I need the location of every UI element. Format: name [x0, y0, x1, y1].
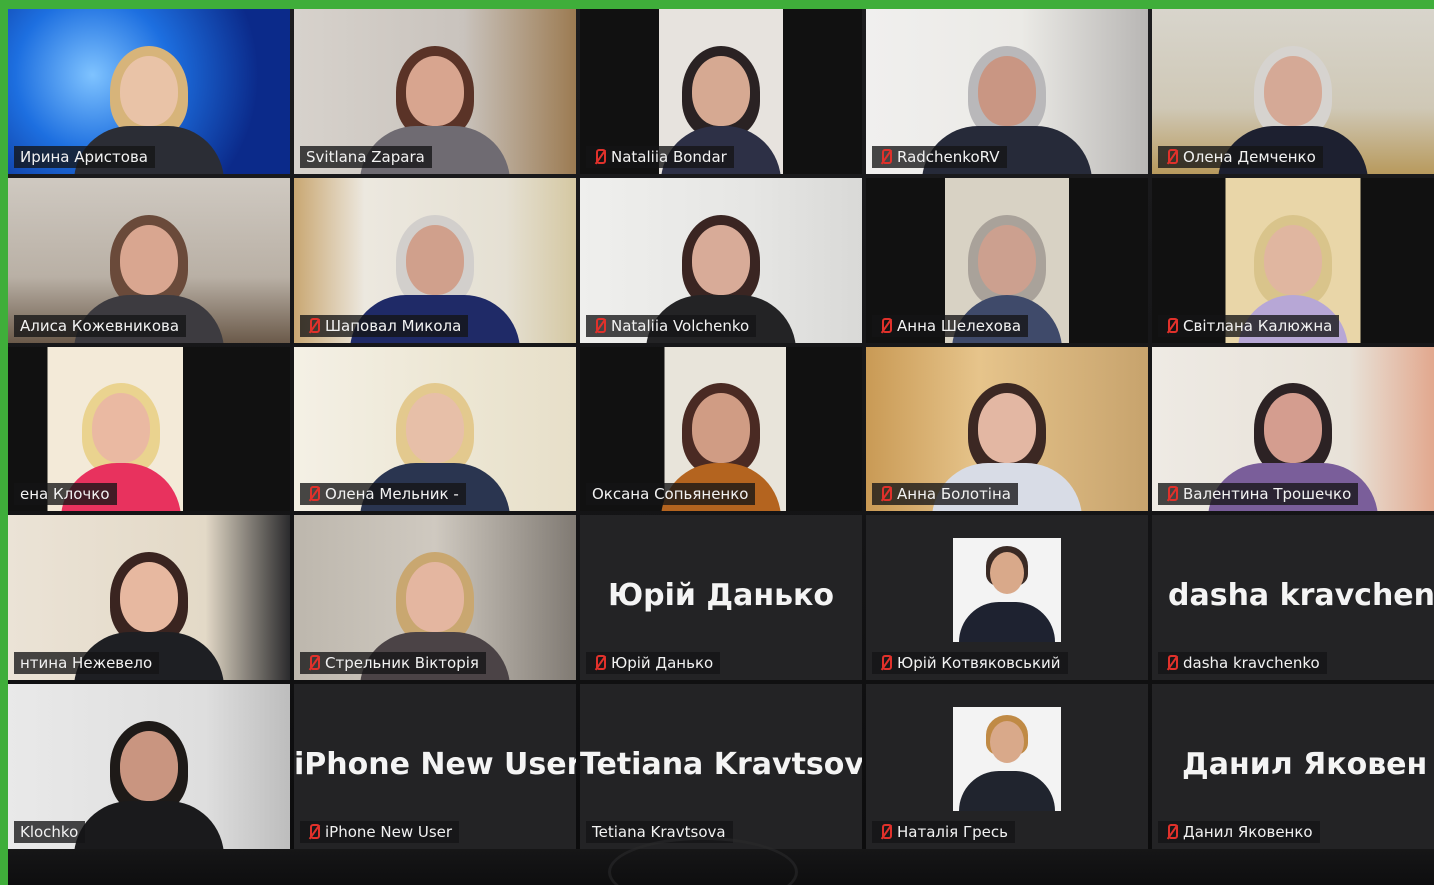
participant-name-tag: Nataliia Volchenko [586, 314, 757, 337]
mic-muted-icon [878, 485, 892, 503]
video-off-tile[interactable]: Юрій Данько Юрій Данько [580, 515, 862, 681]
video-off-tile[interactable]: Tetiana Kravtsova Tetiana Kravtsova [580, 684, 862, 849]
profile-photo-tile[interactable]: Наталія Гресь [866, 684, 1148, 849]
video-tile[interactable]: Анна Шелехова [866, 177, 1148, 343]
mic-muted-icon [1164, 654, 1178, 672]
video-off-tile[interactable]: Данил Яковен Данил Яковенко [1152, 684, 1434, 849]
video-tile[interactable]: Валентина Трошечко [1152, 346, 1434, 512]
participant-name-tag: Олена Демченко [1158, 145, 1323, 168]
participant-name-tag: Ирина Аристова [14, 145, 155, 168]
participant-name-tag: ена Клочко [14, 483, 117, 506]
participant-name-tag: Юрій Котвяковський [872, 652, 1068, 675]
profile-photo-tile[interactable]: Юрій Котвяковський [866, 515, 1148, 681]
participant-display-name: dasha kravchenk [1168, 578, 1434, 613]
participant-name-tag: Світлана Калюжна [1158, 314, 1340, 337]
participant-name-tag: Валентина Трошечко [1158, 483, 1359, 506]
video-tile[interactable]: Світлана Калюжна [1152, 177, 1434, 343]
video-tile[interactable]: Анна Болотіна [866, 346, 1148, 512]
zoom-gallery-view: Ирина Аристова Svitlana Zapara Nataliia … [8, 9, 1434, 885]
video-tile[interactable]: Nataliia Volchenko [580, 177, 862, 343]
participant-name-tag: Стрельник Вікторія [300, 652, 486, 675]
mic-muted-icon [1164, 823, 1178, 841]
participant-display-name: iPhone New User [294, 746, 576, 782]
participant-name-tag: iPhone New User [300, 821, 460, 843]
video-tile[interactable]: RadchenkoRV [866, 9, 1148, 174]
mic-muted-icon [1164, 148, 1178, 166]
mic-muted-icon [878, 654, 892, 672]
mic-muted-icon [592, 654, 606, 672]
participant-name-tag: RadchenkoRV [872, 145, 1007, 168]
video-tile[interactable]: Олена Демченко [1152, 9, 1434, 174]
mic-muted-icon [878, 148, 892, 166]
mic-muted-icon [878, 823, 892, 841]
video-tile[interactable]: Стрельник Вікторія [294, 515, 576, 681]
video-tile[interactable]: Олена Мельник - [294, 346, 576, 512]
participant-name-tag: Шаповал Микола [300, 314, 469, 337]
active-speaker-tile[interactable]: Оксана Сопьяненко [580, 346, 862, 512]
mic-muted-icon [306, 823, 320, 841]
video-tile[interactable]: нтина Нежевело [8, 515, 290, 681]
participant-name-tag: Оксана Сопьяненко [586, 483, 756, 506]
mic-muted-icon [306, 317, 320, 335]
participant-display-name: Юрій Данько [607, 578, 835, 613]
mic-muted-icon [306, 485, 320, 503]
profile-photo [953, 707, 1061, 812]
participant-name-tag: нтина Нежевело [14, 652, 160, 675]
mic-muted-icon [1164, 485, 1178, 503]
participant-display-name: Tetiana Kravtsova [580, 746, 862, 782]
mic-muted-icon [1164, 317, 1178, 335]
video-tile[interactable]: ена Клочко [8, 346, 290, 512]
participant-name-tag: Klochko [14, 821, 86, 843]
mic-muted-icon [306, 654, 320, 672]
participant-name-tag: Svitlana Zapara [300, 145, 432, 168]
video-off-tile[interactable]: iPhone New User iPhone New User [294, 684, 576, 849]
participant-name-tag: Анна Шелехова [872, 314, 1029, 337]
participant-grid: Ирина Аристова Svitlana Zapara Nataliia … [8, 9, 1434, 849]
video-tile[interactable]: Klochko [8, 684, 290, 849]
participant-display-name: Данил Яковен [1182, 746, 1428, 782]
mic-muted-icon [592, 317, 606, 335]
mic-muted-icon [878, 317, 892, 335]
participant-name-tag: Nataliia Bondar [586, 145, 734, 168]
participant-name-tag: Наталія Гресь [872, 821, 1015, 843]
video-tile[interactable]: Svitlana Zapara [294, 9, 576, 174]
participant-name-tag: dasha kravchenko [1158, 652, 1327, 675]
mic-muted-icon [592, 148, 606, 166]
video-tile[interactable]: Алиса Кожевникова [8, 177, 290, 343]
profile-photo [953, 538, 1061, 643]
participant-name-tag: Олена Мельник - [300, 483, 466, 506]
video-tile[interactable]: Nataliia Bondar [580, 9, 862, 174]
participant-name-tag: Алиса Кожевникова [14, 314, 187, 337]
participant-name-tag: Юрій Данько [586, 652, 721, 675]
video-off-tile[interactable]: dasha kravchenk dasha kravchenko [1152, 515, 1434, 681]
participant-name-tag: Анна Болотіна [872, 483, 1018, 506]
participant-name-tag: Данил Яковенко [1158, 821, 1320, 843]
video-tile[interactable]: Шаповал Микола [294, 177, 576, 343]
video-tile[interactable]: Ирина Аристова [8, 9, 290, 174]
